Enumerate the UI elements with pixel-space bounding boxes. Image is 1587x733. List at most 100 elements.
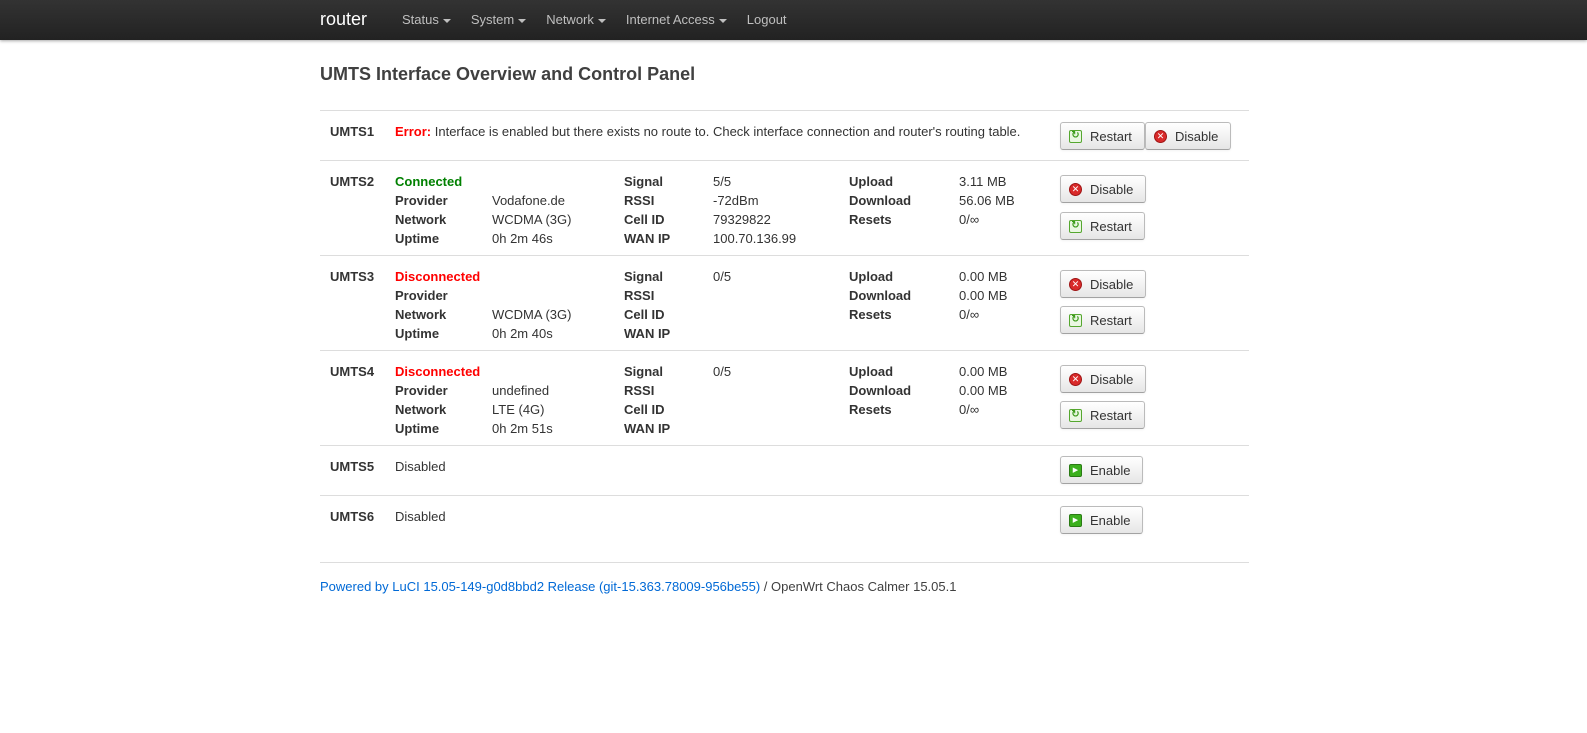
resets-value: 0/∞ <box>959 402 980 417</box>
footer-separator: / <box>760 579 771 594</box>
resets-value: 0/∞ <box>959 307 980 322</box>
menu-status[interactable]: Status <box>392 0 461 40</box>
refresh-icon: ↻ <box>1069 129 1082 143</box>
enable-label: Enable <box>1090 462 1131 478</box>
menu-network-label: Network <box>546 12 594 27</box>
interface-row-umts6: UMTS6 Disabled ▶ Enable <box>320 496 1249 563</box>
restart-button-umts2[interactable]: ↻ Restart <box>1060 212 1145 240</box>
download-label: Download <box>849 288 912 303</box>
enable-button-umts6[interactable]: ▶ Enable <box>1060 506 1144 534</box>
interface-row-umts2: UMTS2 Connected Provider Vodafone.de Net… <box>320 161 1249 256</box>
restart-label: Restart <box>1090 218 1132 234</box>
network-value: WCDMA (3G) <box>492 212 572 227</box>
network-label: Network <box>395 212 447 227</box>
restart-label: Restart <box>1090 312 1132 328</box>
uptime-label: Uptime <box>395 231 440 246</box>
network-value: WCDMA (3G) <box>492 307 572 322</box>
caret-down-icon <box>518 18 527 23</box>
wan-ip-label: WAN IP <box>624 231 671 246</box>
error-label: Error: <box>395 124 432 139</box>
cell-id-value: 79329822 <box>713 212 771 227</box>
upload-label: Upload <box>849 364 894 379</box>
provider-label: Provider <box>395 383 448 398</box>
wan-ip-value: 100.70.136.99 <box>713 231 797 246</box>
disable-button-umts2[interactable]: ✕ Disable <box>1060 175 1147 203</box>
upload-label: Upload <box>849 269 894 284</box>
menu-logout-label: Logout <box>746 12 787 27</box>
restart-button-umts1[interactable]: ↻ Restart <box>1060 122 1145 150</box>
disable-button-umts1[interactable]: ✕ Disable <box>1145 122 1232 150</box>
download-label: Download <box>849 193 912 208</box>
signal-label: Signal <box>624 364 664 379</box>
uptime-value: 0h 2m 40s <box>492 326 553 341</box>
caret-down-icon <box>442 18 451 23</box>
rssi-label: RSSI <box>624 288 655 303</box>
restart-button-umts3[interactable]: ↻ Restart <box>1060 306 1145 334</box>
brand-link[interactable]: router <box>320 0 367 40</box>
disable-label: Disable <box>1090 276 1134 292</box>
caret-down-icon <box>597 18 606 23</box>
menu-network[interactable]: Network <box>536 0 616 40</box>
play-icon: ▶ <box>1069 513 1082 527</box>
interface-name: UMTS4 <box>330 364 375 379</box>
refresh-icon: ↻ <box>1069 313 1082 327</box>
download-label: Download <box>849 383 912 398</box>
upload-value: 3.11 MB <box>959 174 1007 189</box>
provider-label: Provider <box>395 193 448 208</box>
menu-logout[interactable]: Logout <box>737 0 797 40</box>
provider-label: Provider <box>395 288 448 303</box>
download-value: 56.06 MB <box>959 193 1015 208</box>
resets-value: 0/∞ <box>959 212 980 227</box>
cell-id-label: Cell ID <box>624 307 665 322</box>
resets-label: Resets <box>849 212 892 227</box>
upload-label: Upload <box>849 174 894 189</box>
cell-id-label: Cell ID <box>624 402 665 417</box>
footer: Powered by LuCI 15.05-149-g0d8bbd2 Relea… <box>320 579 956 594</box>
provider-value: undefined <box>492 383 550 398</box>
error-message: Error: Interface is enabled but there ex… <box>395 122 1020 141</box>
disable-button-umts3[interactable]: ✕ Disable <box>1060 270 1147 298</box>
uptime-label: Uptime <box>395 421 440 436</box>
menu-internet-access[interactable]: Internet Access <box>616 0 737 40</box>
page-title: UMTS Interface Overview and Control Pane… <box>320 64 696 84</box>
interface-name: UMTS5 <box>330 459 375 474</box>
menu-system-label: System <box>470 12 515 27</box>
interface-name: UMTS2 <box>330 174 375 189</box>
disable-label: Disable <box>1090 181 1134 197</box>
top-navbar: router Status System Network Internet Ac… <box>0 0 1587 40</box>
upload-value: 0.00 MB <box>959 364 1008 379</box>
menu-internet-access-label: Internet Access <box>625 12 715 27</box>
menu-system[interactable]: System <box>461 0 536 40</box>
wan-ip-label: WAN IP <box>624 421 671 436</box>
network-value: LTE (4G) <box>492 402 545 417</box>
upload-value: 0.00 MB <box>959 269 1008 284</box>
network-label: Network <box>395 402 447 417</box>
network-label: Network <box>395 307 447 322</box>
caret-down-icon <box>718 18 727 23</box>
disable-button-umts4[interactable]: ✕ Disable <box>1060 365 1147 393</box>
cell-id-label: Cell ID <box>624 212 665 227</box>
resets-label: Resets <box>849 307 892 322</box>
wan-ip-label: WAN IP <box>624 326 671 341</box>
stop-circle-icon: ✕ <box>1069 182 1082 196</box>
umts-interface-table: UMTS1 Error: Interface is enabled but th… <box>320 110 1249 563</box>
stop-circle-icon: ✕ <box>1154 129 1167 143</box>
status-disconnected: Disconnected <box>395 269 481 284</box>
error-text: Interface is enabled but there exists no… <box>431 124 1021 139</box>
restart-button-umts4[interactable]: ↻ Restart <box>1060 401 1145 429</box>
luci-version-link[interactable]: Powered by LuCI 15.05-149-g0d8bbd2 Relea… <box>320 579 760 594</box>
rssi-label: RSSI <box>624 193 655 208</box>
restart-label: Restart <box>1090 407 1132 423</box>
disable-label: Disable <box>1090 371 1134 387</box>
download-value: 0.00 MB <box>959 383 1008 398</box>
enable-button-umts5[interactable]: ▶ Enable <box>1060 456 1144 484</box>
stop-circle-icon: ✕ <box>1069 372 1082 386</box>
signal-value: 0/5 <box>713 364 732 379</box>
interface-row-umts1: UMTS1 Error: Interface is enabled but th… <box>320 111 1249 161</box>
uptime-value: 0h 2m 51s <box>492 421 553 436</box>
uptime-value: 0h 2m 46s <box>492 231 553 246</box>
uptime-label: Uptime <box>395 326 440 341</box>
interface-row-umts4: UMTS4 Disconnected Provider undefined Ne… <box>320 351 1249 446</box>
status-disabled: Disabled <box>395 509 446 524</box>
interface-name: UMTS1 <box>330 124 375 139</box>
